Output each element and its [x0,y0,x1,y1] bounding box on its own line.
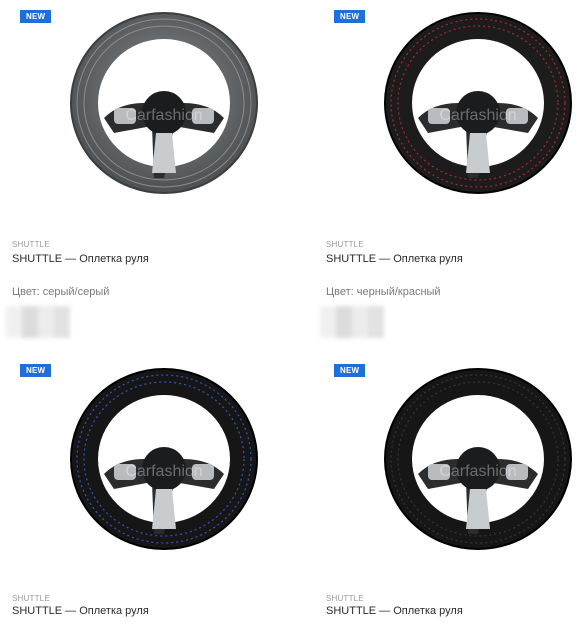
new-badge: NEW [334,10,366,23]
steering-wheel-image: Carfashion [70,12,258,194]
color-swatch[interactable] [320,306,384,338]
color-label: Цвет: серый/серый [12,286,110,298]
steering-wheel-image: Carfashion [384,368,572,550]
product-image[interactable]: Carfashion NEW [12,8,292,233]
brand-label: SHUTTLE [326,240,364,249]
watermark-text: Carfashion [125,463,202,480]
product-title[interactable]: SHUTTLE — Оплетка руля [326,605,463,617]
watermark-text: Carfashion [125,107,202,124]
color-swatch[interactable] [6,306,70,338]
product-image[interactable]: Carfashion NEW [326,8,583,233]
product-title[interactable]: SHUTTLE — Оплетка руля [12,253,149,265]
new-badge: NEW [20,364,52,377]
steering-wheel-image: Carfashion [70,368,258,550]
new-badge: NEW [20,10,52,23]
brand-label: SHUTTLE [12,240,50,249]
product-title[interactable]: SHUTTLE — Оплетка руля [326,253,463,265]
product-image[interactable]: Carfashion NEW [326,362,583,587]
product-image[interactable]: Carfashion NEW [12,362,292,587]
brand-label: SHUTTLE [12,594,50,603]
watermark-text: Carfashion [439,463,516,480]
color-label: Цвет: черный/красный [326,286,441,298]
watermark-text: Carfashion [439,107,516,124]
steering-wheel-image: Carfashion [384,12,572,194]
product-title[interactable]: SHUTTLE — Оплетка руля [12,605,149,617]
brand-label: SHUTTLE [326,594,364,603]
new-badge: NEW [334,364,366,377]
